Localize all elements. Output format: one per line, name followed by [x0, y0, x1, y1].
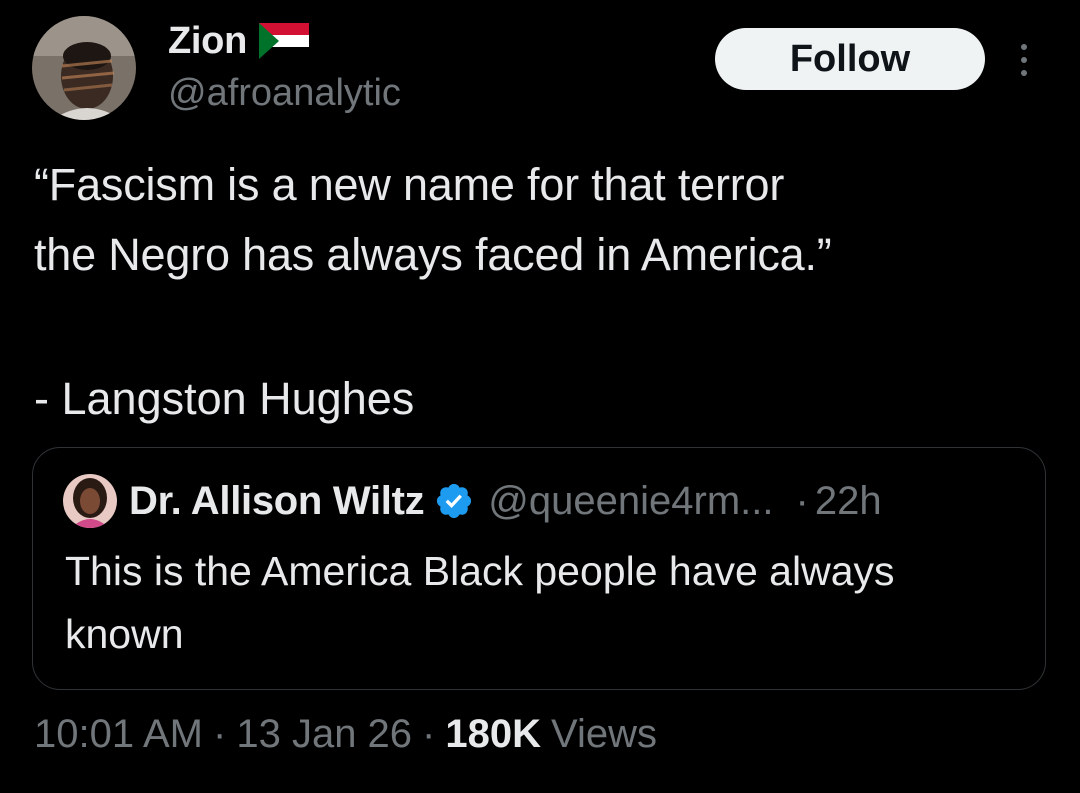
more-vertical-icon: [1021, 70, 1027, 76]
quoted-tweet-header: Dr. Allison Wiltz @queenie4rm... · 22h: [63, 472, 882, 530]
tweet-meta: 10:01 AM · 13 Jan 26 · 180K Views: [34, 712, 657, 757]
sudan-flag-icon: [259, 23, 309, 59]
quoted-tweet-text: This is the America Black people have al…: [65, 548, 895, 657]
tweet-time[interactable]: 10:01 AM: [34, 712, 203, 757]
quoted-timestamp: 22h: [814, 478, 882, 523]
more-vertical-icon: [1021, 57, 1027, 63]
verified-badge-icon: [437, 483, 472, 519]
meta-separator: ·: [422, 712, 436, 756]
author-handle[interactable]: @afroanalytic: [168, 72, 401, 115]
quoted-avatar-photo-icon: [63, 474, 117, 528]
author-avatar[interactable]: [32, 16, 136, 120]
tweet-attribution: - Langston Hughes: [34, 373, 415, 424]
quoted-author-handle: @queenie4rm...: [488, 478, 774, 523]
tweet-date[interactable]: 13 Jan 26: [236, 712, 412, 757]
more-options-button[interactable]: [1010, 38, 1038, 82]
quoted-author-avatar: [63, 474, 117, 528]
avatar-photo-icon: [32, 16, 136, 120]
author-display-name[interactable]: Zion: [168, 20, 247, 63]
quoted-tweet-card[interactable]: Dr. Allison Wiltz @queenie4rm... · 22h T…: [32, 447, 1046, 690]
more-vertical-icon: [1021, 44, 1027, 50]
views-count: 180K: [445, 712, 541, 756]
tweet-text: “Fascism is a new name for that terror t…: [34, 159, 832, 280]
follow-button[interactable]: Follow: [715, 28, 985, 90]
author-name-row: Zion: [168, 18, 309, 64]
quoted-author-name: Dr. Allison Wiltz: [129, 478, 425, 523]
meta-separator: ·: [213, 712, 227, 756]
tweet-container: Zion @afroanalytic Follow “Fascism is a …: [0, 0, 1080, 793]
quoted-separator: ·: [795, 478, 809, 523]
views-label: Views: [551, 712, 657, 756]
